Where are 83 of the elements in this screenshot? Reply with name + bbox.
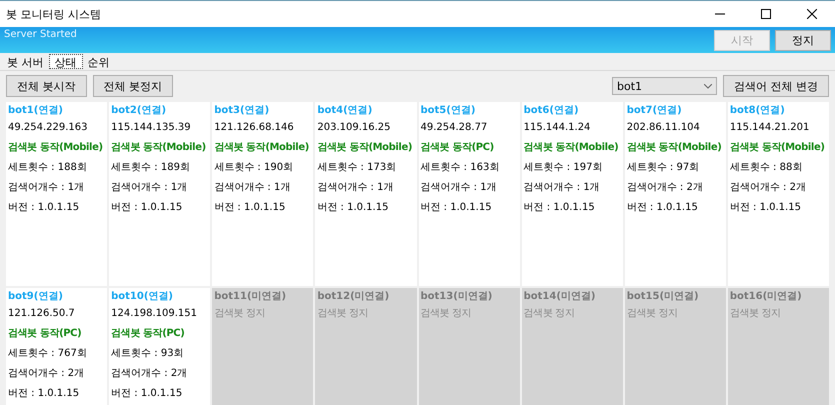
bot-name: bot6(연결) <box>524 104 580 118</box>
keyword-count: 검색어개수 : 2개 <box>626 181 704 195</box>
bot-name: bot8(연결) <box>730 104 786 118</box>
ip-address: 121.126.50.7 <box>8 307 76 321</box>
window-title: 봇 모니터링 시스템 <box>5 6 102 22</box>
bot-status: 검색봇 동작(Mobile) <box>111 141 207 155</box>
set-count: 세트횟수 : 163회 <box>420 161 500 175</box>
version-text: 버전 : 1.0.1.15 <box>730 201 802 215</box>
ip-address: 203.109.16.25 <box>317 121 392 135</box>
keyword-count: 검색어개수 : 1개 <box>524 181 601 195</box>
keyword-count: 검색어개수 : 2개 <box>730 181 807 195</box>
stop-all-button[interactable]: 전체 봇정지 <box>92 75 173 97</box>
bot-dropdown[interactable]: bot1 <box>612 77 717 95</box>
bot-name: bot13(미연결) <box>420 290 494 304</box>
version-text: 버전 : 1.0.1.15 <box>8 201 80 215</box>
version-text: 버전 : 1.0.1.15 <box>317 201 390 215</box>
keyword-count: 검색어개수 : 1개 <box>317 181 394 195</box>
change-all-keywords-button[interactable]: 검색어 전체 변경 <box>723 75 829 97</box>
version-text: 버전 : 1.0.1.15 <box>111 387 184 401</box>
set-count: 세트횟수 : 767회 <box>8 347 88 361</box>
stop-button[interactable]: 정지 <box>775 30 831 51</box>
ip-address: 202.86.11.104 <box>626 121 701 135</box>
server-status: Server Started <box>4 28 78 40</box>
bot-name: bot9(연결) <box>8 290 64 304</box>
bot-name: bot3(연결) <box>214 104 270 118</box>
set-count: 세트횟수 : 93회 <box>111 347 185 361</box>
bot-name: bot16(미연결) <box>730 290 803 304</box>
ip-address: 49.254.229.163 <box>8 121 89 135</box>
bot-status: 검색봇 동작(PC) <box>8 327 82 341</box>
bot-status: 검색봇 정지 <box>317 307 370 321</box>
bot-status: 검색봇 정지 <box>524 307 576 321</box>
set-count: 세트횟수 : 188회 <box>8 161 88 175</box>
set-count: 세트횟수 : 197회 <box>524 161 604 175</box>
bot-name: bot1(연결) <box>8 104 64 118</box>
start-all-button[interactable]: 전체 봇시작 <box>6 75 86 97</box>
bot-name: bot4(연결) <box>317 104 374 118</box>
set-count: 세트횟수 : 88회 <box>730 161 804 175</box>
keyword-count: 검색어개수 : 2개 <box>8 367 86 381</box>
ip-address: 121.126.68.146 <box>214 121 295 135</box>
chevron-icon <box>704 84 712 88</box>
version-text: 버전 : 1.0.1.15 <box>214 201 286 215</box>
set-count: 세트횟수 : 173회 <box>317 161 398 175</box>
keyword-count: 검색어개수 : 1개 <box>420 181 498 195</box>
version-text: 버전 : 1.0.1.15 <box>111 201 184 215</box>
bot-name: bot5(연결) <box>420 104 476 118</box>
bot-status: 검색봇 정지 <box>214 307 266 321</box>
bot-status: 검색봇 정지 <box>626 307 679 321</box>
bot-status: 검색봇 동작(Mobile) <box>730 141 826 155</box>
version-text: 버전 : 1.0.1.15 <box>8 387 80 401</box>
bot-name: bot11(미연결) <box>214 290 288 304</box>
bot-name: bot12(미연결) <box>317 290 390 304</box>
ip-address: 115.144.1.24 <box>524 121 592 135</box>
bot-name: bot14(미연결) <box>524 290 596 304</box>
bot-status: 검색봇 동작(Mobile) <box>8 141 104 155</box>
keyword-count: 검색어개수 : 1개 <box>214 181 292 195</box>
bot-status: 검색봇 동작(Mobile) <box>214 141 310 155</box>
ip-address: 49.254.28.77 <box>420 121 488 135</box>
bot-status: 검색봇 동작(Mobile) <box>626 141 722 155</box>
set-count: 세트횟수 : 189회 <box>111 161 191 175</box>
version-text: 버전 : 1.0.1.15 <box>524 201 596 215</box>
bot-name: bot10(연결) <box>111 290 174 304</box>
keyword-count: 검색어개수 : 2개 <box>111 367 188 381</box>
bot-status: 검색봇 동작(PC) <box>420 141 495 155</box>
set-count: 세트횟수 : 97회 <box>626 161 700 175</box>
bot-status: 검색봇 동작(Mobile) <box>524 141 620 155</box>
version-text: 버전 : 1.0.1.15 <box>626 201 699 215</box>
bot-status: 검색봇 정지 <box>730 307 782 321</box>
bot-status: 검색봇 정지 <box>420 307 472 321</box>
bot-status: 검색봇 동작(PC) <box>111 327 186 341</box>
ip-address: 115.144.21.201 <box>730 121 810 135</box>
bot-name: bot15(미연결) <box>626 290 700 304</box>
maximize-icon <box>761 9 771 19</box>
version-text: 버전 : 1.0.1.15 <box>420 201 493 215</box>
ip-address: 124.198.109.151 <box>111 307 198 321</box>
bot-status: 검색봇 동작(Mobile) <box>317 141 414 155</box>
tab[interactable]: 상태 <box>48 54 82 69</box>
bot-name: bot7(연결) <box>626 104 683 118</box>
keyword-count: 검색어개수 : 1개 <box>111 181 188 195</box>
keyword-count: 검색어개수 : 1개 <box>8 181 86 195</box>
ip-address: 115.144.135.39 <box>111 121 192 135</box>
close-icon <box>807 9 817 19</box>
set-count: 세트횟수 : 190회 <box>214 161 294 175</box>
bot-name: bot2(연결) <box>111 104 168 118</box>
